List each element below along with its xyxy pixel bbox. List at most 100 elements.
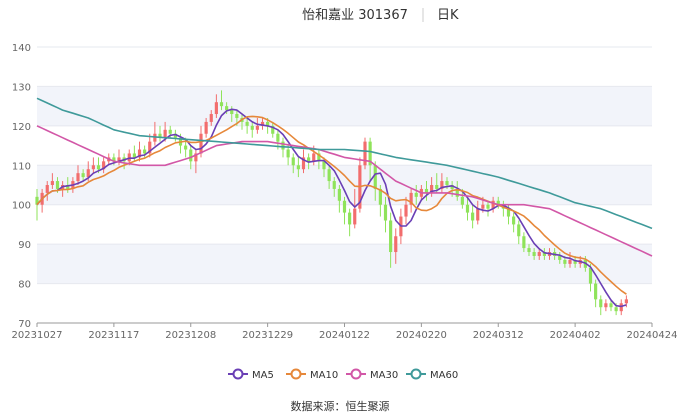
candle-body (517, 224, 521, 237)
candle-body (624, 299, 628, 304)
candle-body (481, 204, 485, 209)
candle-body (337, 188, 341, 201)
candle-body (604, 303, 608, 308)
candle-body (163, 129, 167, 138)
legend-item-ma10[interactable]: MA10 (286, 368, 338, 382)
candle-body (199, 133, 203, 154)
candle-body (219, 102, 224, 107)
candle-body (276, 133, 280, 142)
candle-body (327, 169, 331, 182)
legend: MA5 MA10 MA30 MA60 (228, 368, 458, 382)
candle-body (45, 185, 49, 193)
legend-marker (290, 368, 302, 380)
x-tick-label: 20240402 (550, 330, 601, 341)
y-tick-label: 110 (12, 161, 31, 172)
candle-body (230, 110, 234, 115)
candle-body (225, 106, 229, 111)
candle-body (383, 204, 388, 221)
x-tick-label: 20231208 (165, 330, 216, 341)
candle-body (363, 141, 367, 166)
candle-body (91, 165, 95, 170)
chart-container: 怡和嘉业 301367 日K 70 80 90 100 110 120 130 140 202… (0, 0, 680, 413)
candle-body (296, 165, 300, 170)
candle-body (537, 252, 541, 256)
candle-body (281, 141, 285, 150)
candle-body (348, 212, 352, 225)
candle-body (353, 208, 357, 225)
legend-marker (350, 368, 362, 380)
y-tick-label: 130 (12, 82, 31, 93)
candle-body (512, 216, 516, 225)
legend-label: MA30 (370, 370, 398, 381)
candle-body (558, 255, 562, 260)
candle-body (594, 283, 598, 300)
y-tick-label: 120 (12, 122, 31, 133)
chart-title: 怡和嘉业 301367 日K (302, 8, 459, 23)
x-tick-label: 20240312 (473, 330, 524, 341)
candle-body (332, 181, 336, 189)
candle-body (76, 173, 80, 182)
candle-body (209, 114, 213, 122)
legend-item-ma30[interactable]: MA30 (346, 368, 398, 382)
candle-body (168, 129, 172, 134)
candle-body (245, 121, 249, 126)
x-tick-label: 20231117 (88, 330, 139, 341)
candle-body (312, 153, 316, 162)
candle-body (460, 196, 464, 205)
source-label: 数据来源：恒生聚源 (291, 399, 390, 413)
candle-body (250, 125, 254, 130)
candle-body (55, 181, 60, 189)
y-tick-label: 140 (12, 43, 31, 54)
x-tick-label: 20231027 (12, 330, 63, 341)
candle-body (204, 121, 208, 134)
candle-body (609, 303, 613, 308)
candle-body (235, 114, 239, 118)
y-tick-label: 80 (18, 280, 31, 291)
candle-body (445, 181, 449, 185)
legend-item-ma60[interactable]: MA60 (406, 368, 458, 382)
y-tick-label: 100 (12, 201, 31, 212)
candle-body (568, 259, 572, 264)
candle-body (394, 236, 398, 253)
y-tick-label: 90 (18, 240, 31, 251)
legend-marker (410, 368, 422, 380)
legend-label: MA10 (310, 370, 338, 381)
candle-body (214, 102, 218, 115)
candle-body (532, 252, 536, 256)
candle-body (189, 149, 193, 162)
x-tick-label: 20240424 (627, 330, 678, 341)
candle-body (96, 165, 101, 170)
x-axis: 20231027 20231117 20231208 20231229 20240122… (12, 322, 678, 341)
stock-chart: 怡和嘉业 301367 日K 70 80 90 100 110 120 130 140 202… (12, 8, 678, 413)
x-tick-label: 20240122 (319, 330, 370, 341)
candle-body (522, 236, 526, 249)
candle-body (50, 181, 54, 185)
x-tick-label: 20231229 (242, 330, 293, 341)
candle-body (143, 149, 147, 154)
stock-name-label: 怡和嘉业 301367 (302, 8, 408, 23)
x-tick-label: 20240220 (396, 330, 447, 341)
candle-body (255, 125, 259, 130)
grid-band (37, 86, 652, 126)
candle-body (404, 204, 408, 217)
candle-body (81, 173, 85, 178)
candle-body (414, 192, 418, 197)
candle-body (389, 220, 393, 253)
candle-body (342, 200, 347, 213)
candle-body (465, 204, 470, 213)
candle-body (476, 208, 480, 221)
candle-body (184, 145, 188, 150)
legend-label: MA5 (252, 370, 274, 381)
legend-item-ma5[interactable]: MA5 (228, 368, 274, 382)
candle-body (527, 248, 531, 253)
y-axis: 70 80 90 100 110 120 130 140 (12, 43, 31, 330)
y-tick-label: 70 (18, 319, 31, 330)
candle-body (471, 212, 475, 221)
candle-body (599, 299, 603, 308)
candle-body (373, 165, 377, 189)
candle-body (291, 157, 295, 166)
legend-label: MA60 (430, 370, 458, 381)
period-label: 日K (437, 8, 459, 23)
candle-body (286, 149, 290, 158)
candle-body (486, 204, 490, 209)
